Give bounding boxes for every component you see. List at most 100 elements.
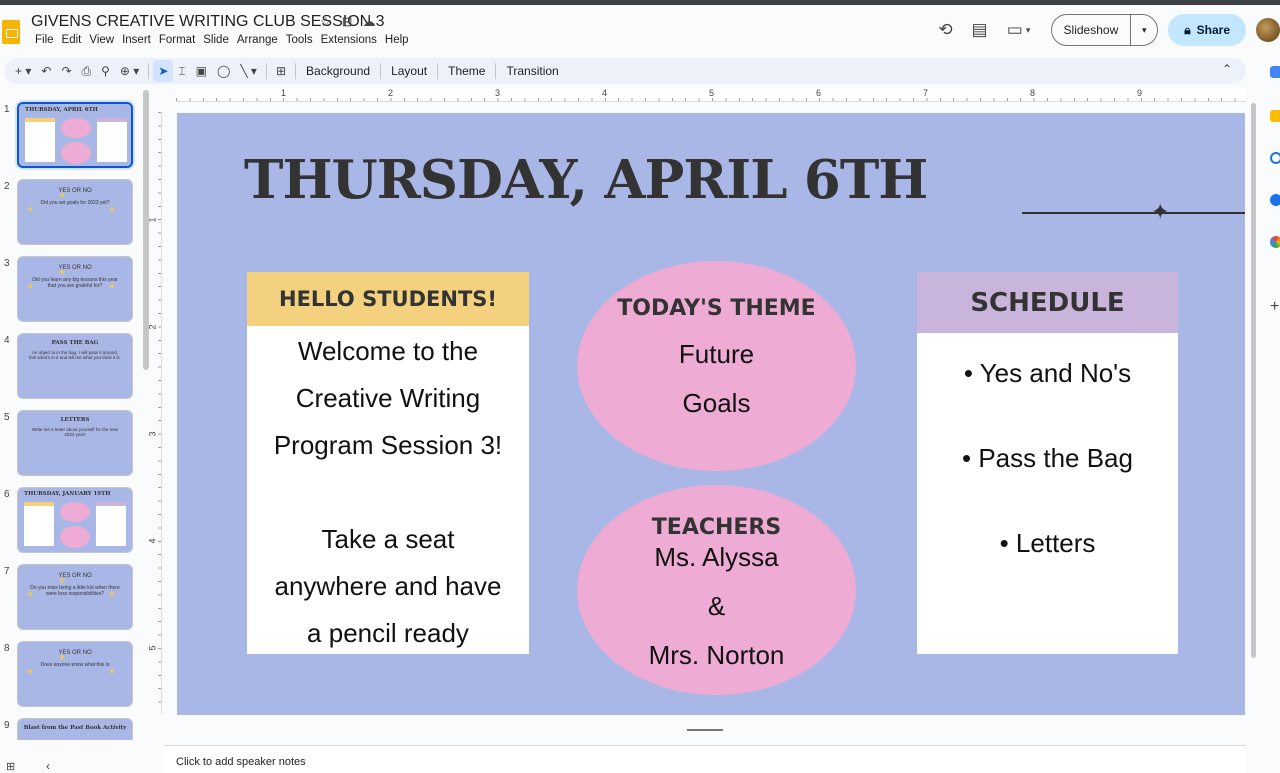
slide-thumbnail-1[interactable]: 1 THURSDAY, APRIL 6TH [0,102,162,176]
teachers-oval[interactable]: TEACHERS Ms. Alyssa & Mrs. Norton [577,485,856,695]
schedule-card[interactable]: SCHEDULE • Yes and No's • Pass the Bag •… [917,272,1178,654]
thumb-oval [60,526,90,548]
menu-arrange[interactable]: Arrange [233,34,282,46]
ruler-number: 2 [388,88,394,98]
slide-thumbnail-7[interactable]: 7 ★ ★ ★ YES OR NO Do you miss being a little … [0,564,162,638]
comments-icon[interactable]: ▤ [963,15,997,45]
slide-preview[interactable]: ★ ★ ★ YES OR NO Did you learn any big lesson… [17,256,133,322]
toolbar: + ▾ ↶ ↷ ⎙ ⚲ ⊕ ▾ ➤ ⌶ ▣ ◯ ╲ ▾ ⊞ Background… [4,58,1246,84]
filmstrip: 1 THURSDAY, APRIL 6TH 2 ★ ★ ★ YES OR NO Did you… [0,90,162,740]
slide-thumbnail-2[interactable]: 2 ★ ★ ★ YES OR NO Did you set goals for 2023 … [0,179,162,253]
theme-button[interactable]: Theme [442,64,491,78]
slide-thumbnail-8[interactable]: 8 ★ ★ ★ YES OR NO Does anyone know what this … [0,641,162,715]
speaker-notes[interactable]: Click to add speaker notes [163,745,1246,773]
menu-format[interactable]: Format [155,34,199,46]
menu-extensions[interactable]: Extensions [317,34,381,46]
notes-resize-handle[interactable] [687,729,723,731]
hello-line: Creative Writing [295,383,481,413]
textbox-icon[interactable]: ⌶ [173,60,190,82]
print-icon[interactable]: ⎙ [77,60,97,82]
slide-preview[interactable]: LETTERS Write me a letter about yourself … [17,410,133,476]
background-button[interactable]: Background [300,64,376,78]
slide-thumbnail-3[interactable]: 3 ★ ★ ★ YES OR NO Did you learn any big lesso… [0,256,162,330]
app-header: GIVENS CREATIVE WRITING CLUB SESSION 3 ☆… [0,5,1280,57]
thumb-oval [60,502,90,522]
slide-canvas[interactable]: THURSDAY, APRIL 6TH ✦ HELLO STUDENTS! We… [177,113,1245,715]
tasks-icon[interactable] [1270,152,1280,164]
select-cursor-icon[interactable]: ➤ [153,60,174,82]
menu-help[interactable]: Help [381,34,413,46]
slide-thumbnail-4[interactable]: 4 PASS THE BAG An object is in the bag. I … [0,333,162,407]
cloud-status-icon[interactable]: ☁ [363,14,376,30]
divider [495,63,497,79]
move-folder-icon[interactable]: ⊡ [342,14,353,30]
collapse-menus-icon[interactable]: ⌃ [1222,62,1232,76]
slide-preview[interactable]: PASS THE BAG An object is in the bag. I w… [17,333,133,399]
slideshow-label[interactable]: Slideshow [1052,15,1132,45]
calendar-icon[interactable] [1270,66,1280,78]
maps-icon[interactable] [1270,236,1280,248]
slide-thumbnail-5[interactable]: 5 LETTERS Write me a letter about yourself… [0,410,162,484]
ruler-number: 8 [1030,88,1036,98]
divider [295,63,297,79]
meet-video-icon[interactable]: ▭ ▾ [997,15,1041,45]
zoom-icon[interactable]: ⊕ ▾ [115,60,144,82]
hide-filmstrip-icon[interactable]: ‹ [46,759,50,773]
menu-edit[interactable]: Edit [58,34,86,46]
menu-view[interactable]: View [85,34,118,46]
slide-preview[interactable]: THURSDAY, APRIL 6TH [17,102,133,168]
add-comment-icon[interactable]: ⊞ [271,60,291,82]
slide-preview[interactable]: ★ ★ ★ YES OR NO Do you miss being a little k… [17,564,133,630]
ruler-number: 7 [923,88,929,98]
line-icon[interactable]: ╲ ▾ [235,60,262,82]
paint-format-icon[interactable]: ⚲ [96,60,115,82]
menu-tools[interactable]: Tools [282,34,317,46]
slide-preview[interactable]: Blast from the Past Book Activity [17,718,133,740]
get-addons-icon[interactable]: + [1270,298,1279,316]
shape-icon[interactable]: ◯ [212,60,235,82]
menu-insert[interactable]: Insert [118,34,155,46]
thumb-card [97,118,127,162]
teachers-line: & [707,591,726,621]
speaker-notes-placeholder: Click to add speaker notes [176,756,306,768]
keep-icon[interactable] [1270,110,1280,122]
star-icon[interactable]: ☆ [320,14,332,30]
share-button[interactable]: 🔒︎ Share [1168,14,1246,46]
menu-slide[interactable]: Slide [199,34,233,46]
undo-icon[interactable]: ↶ [36,60,56,82]
layout-button[interactable]: Layout [385,64,433,78]
divider [437,63,439,79]
thumb-question: Write me a letter about yourself for the… [32,427,118,437]
hello-card[interactable]: HELLO STUDENTS! Welcome to the Creative … [247,272,529,654]
contacts-icon[interactable] [1270,194,1280,206]
slides-logo-icon[interactable] [2,20,20,44]
new-slide-icon[interactable]: + ▾ [10,60,36,82]
slide-thumbnail-6[interactable]: 6 THURSDAY, JANUARY 19TH [0,487,162,561]
theme-header: TODAY'S THEME [617,296,816,321]
image-icon[interactable]: ▣ [191,60,212,82]
hello-line: a pencil ready [307,618,469,648]
ruler-number: 5 [709,88,715,98]
thumb-title: LETTERS [60,417,90,423]
slide-number: 4 [4,335,10,346]
grid-view-icon[interactable]: ⊞ [6,760,15,773]
redo-icon[interactable]: ↷ [56,60,76,82]
slide-title[interactable]: THURSDAY, APRIL 6TH [244,149,928,211]
transition-button[interactable]: Transition [500,64,564,78]
slide-preview[interactable]: ★ ★ ★ YES OR NO Does anyone know what this i… [17,641,133,707]
slide-number: 3 [4,258,10,269]
slide-preview[interactable]: ★ ★ ★ YES OR NO Did you set goals for 2023 y… [17,179,133,245]
thumb-card [96,502,126,546]
menu-file[interactable]: File [31,34,58,46]
star-icon: ★ [108,281,117,291]
slide-preview[interactable]: THURSDAY, JANUARY 19TH [17,487,133,553]
thumb-card [25,118,55,162]
version-history-icon[interactable]: ⟲ [929,15,963,45]
slideshow-button[interactable]: Slideshow ▾ [1050,14,1159,46]
theme-oval[interactable]: TODAY'S THEME Future Goals [577,261,856,471]
thumb-title: Blast from the Past Book Activity [23,725,127,731]
chevron-down-icon[interactable]: ▾ [1131,15,1157,45]
avatar[interactable] [1256,18,1280,42]
canvas-scrollbar[interactable] [1251,103,1256,658]
slide-thumbnail-9[interactable]: 9 Blast from the Past Book Activity [0,718,162,740]
